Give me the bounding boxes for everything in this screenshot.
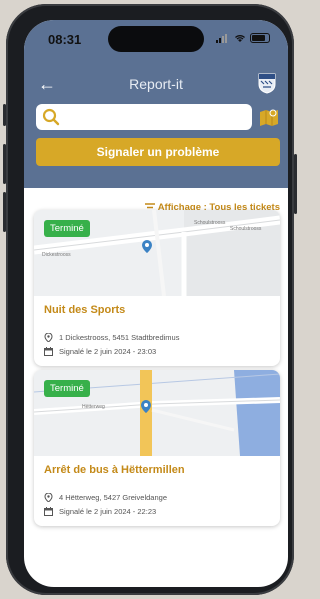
ticket-card[interactable]: Dickestrooss Schoulstrooss Schoulstrooss… bbox=[34, 210, 280, 366]
app-header: 08:31 ← Report-it Signaler un problème bbox=[24, 20, 288, 188]
search-bar bbox=[36, 104, 252, 130]
status-badge: Terminé bbox=[44, 220, 90, 237]
calendar-icon bbox=[44, 346, 53, 356]
ticket-map: Dickestrooss Schoulstrooss Schoulstrooss… bbox=[34, 210, 280, 296]
ticket-date-row: Signalé le 2 juin 2024 - 22:23 bbox=[44, 504, 270, 518]
mute-switch bbox=[3, 104, 6, 126]
app-screen: 08:31 ← Report-it Signaler un problème A… bbox=[24, 20, 288, 587]
map-street-label: Dickestrooss bbox=[42, 252, 71, 258]
ticket-date-row: Signalé le 2 juin 2024 - 23:03 bbox=[44, 344, 270, 358]
location-pin-icon bbox=[142, 240, 152, 253]
power-button bbox=[294, 154, 297, 214]
ticket-title: Nuit des Sports bbox=[44, 304, 126, 316]
ticket-address: 4 Hëtterweg, 5427 Greiveldange bbox=[59, 492, 167, 502]
location-pin-icon bbox=[44, 332, 53, 342]
ticket-date: Signalé le 2 juin 2024 - 22:23 bbox=[59, 506, 157, 516]
map-street-label: Schoulstrooss bbox=[194, 220, 226, 226]
volume-down-button bbox=[3, 192, 6, 232]
search-icon bbox=[42, 108, 60, 126]
ticket-address: 1 Dickestrooss, 5451 Stadtbredimus bbox=[59, 332, 180, 342]
location-pin-icon bbox=[141, 400, 151, 413]
nav-bar: ← Report-it bbox=[24, 72, 288, 98]
ticket-address-row: 1 Dickestrooss, 5451 Stadtbredimus bbox=[44, 330, 270, 344]
ticket-date: Signalé le 2 juin 2024 - 23:03 bbox=[59, 346, 157, 356]
status-bar: 08:31 bbox=[24, 20, 288, 60]
ticket-map: Hëtterweg Terminé bbox=[34, 370, 280, 456]
calendar-icon bbox=[44, 506, 53, 516]
map-street-label: Hëtterweg bbox=[82, 404, 105, 410]
phone-frame: 08:31 ← Report-it Signaler un problème A… bbox=[3, 4, 297, 595]
municipality-crest-icon bbox=[258, 73, 276, 94]
search-input[interactable] bbox=[66, 108, 248, 128]
map-icon[interactable] bbox=[258, 106, 280, 128]
volume-up-button bbox=[3, 144, 6, 184]
ticket-card[interactable]: Hëtterweg Terminé Arrêt de bus à Hëtterm… bbox=[34, 370, 280, 526]
ticket-address-row: 4 Hëtterweg, 5427 Greiveldange bbox=[44, 490, 270, 504]
status-time: 08:31 bbox=[48, 32, 82, 47]
status-icons bbox=[216, 33, 270, 43]
cellular-signal-icon bbox=[216, 33, 230, 43]
location-pin-icon bbox=[44, 492, 53, 502]
report-problem-button[interactable]: Signaler un problème bbox=[36, 138, 280, 166]
ticket-title: Arrêt de bus à Hëttermillen bbox=[44, 464, 185, 476]
wifi-icon bbox=[235, 35, 245, 42]
status-badge: Terminé bbox=[44, 380, 90, 397]
battery-icon bbox=[250, 33, 270, 43]
page-title: Report-it bbox=[129, 76, 183, 92]
map-street-label: Schoulstrooss bbox=[230, 226, 262, 232]
dynamic-island bbox=[108, 26, 204, 52]
